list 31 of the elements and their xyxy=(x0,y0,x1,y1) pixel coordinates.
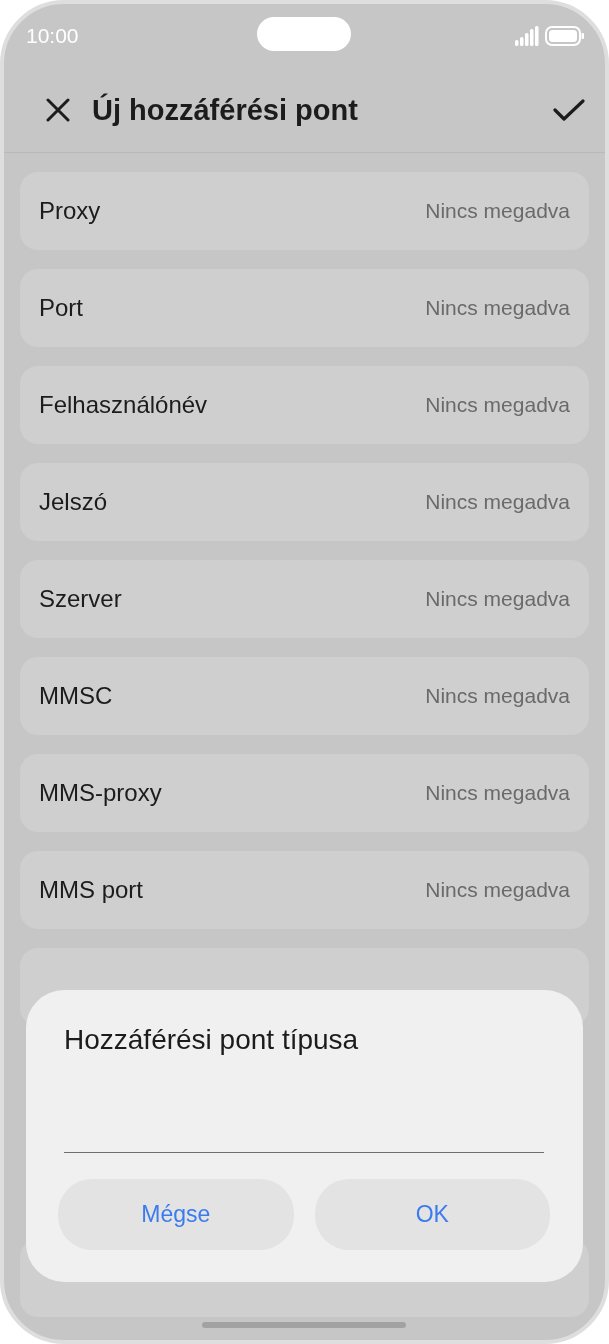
settings-row[interactable]: MMS port Nincs megadva xyxy=(20,851,589,929)
signal-icon xyxy=(515,26,539,46)
close-icon[interactable] xyxy=(46,98,70,122)
row-label: Felhasználónév xyxy=(39,391,208,419)
checkmark-icon[interactable] xyxy=(553,98,585,122)
settings-row[interactable]: Port Nincs megadva xyxy=(20,269,589,347)
row-value: Nincs megadva xyxy=(425,781,570,805)
row-value: Nincs megadva xyxy=(425,199,570,223)
row-label: Port xyxy=(39,294,83,322)
row-label: MMS-proxy xyxy=(39,779,162,807)
row-label: Szerver xyxy=(39,585,122,613)
row-label: Proxy xyxy=(39,197,101,225)
row-value: Nincs megadva xyxy=(425,393,570,417)
settings-row[interactable]: MMS-proxy Nincs megadva xyxy=(20,754,589,832)
settings-row[interactable]: MMSC Nincs megadva xyxy=(20,657,589,735)
status-time: 10:00 xyxy=(26,24,79,48)
row-value: Nincs megadva xyxy=(425,296,570,320)
row-label: Jelszó xyxy=(39,488,108,516)
page-title: Új hozzáférési pont xyxy=(92,93,358,127)
settings-row[interactable]: Felhasználónév Nincs megadva xyxy=(20,366,589,444)
row-value: Nincs megadva xyxy=(425,684,570,708)
row-value: Nincs megadva xyxy=(425,490,570,514)
row-value: Nincs megadva xyxy=(425,878,570,902)
settings-row[interactable]: Jelszó Nincs megadva xyxy=(20,463,589,541)
row-label: MMS port xyxy=(39,876,143,904)
settings-row[interactable]: Szerver Nincs megadva xyxy=(20,560,589,638)
dialog-title: Hozzáférési pont típusa xyxy=(64,1024,360,1056)
settings-row[interactable]: Proxy Nincs megadva xyxy=(20,172,589,250)
battery-icon xyxy=(545,26,585,46)
row-value: Nincs megadva xyxy=(425,587,570,611)
row-label: MMSC xyxy=(39,682,113,710)
